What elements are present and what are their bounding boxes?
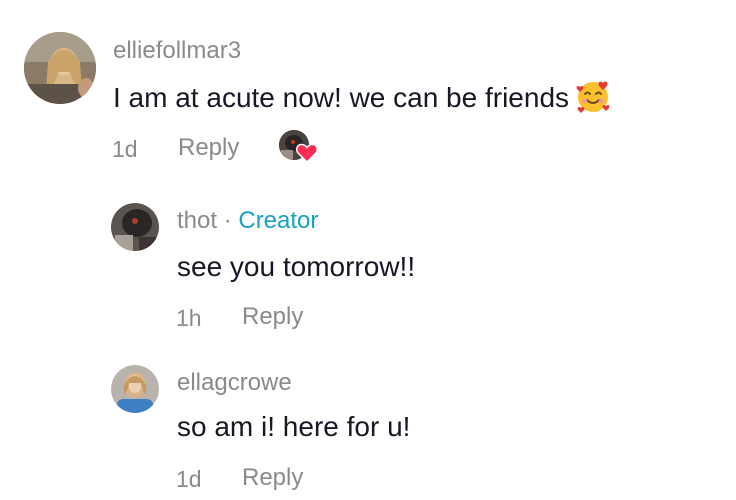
- avatar-photo: [111, 203, 159, 251]
- comment-timestamp: 1d: [176, 466, 202, 492]
- avatar-photo: [24, 32, 96, 104]
- comment-text: I am at acute now! we can be friends: [113, 78, 611, 121]
- smiling-face-with-hearts-icon: [575, 78, 611, 121]
- separator: ·: [217, 207, 239, 234]
- heart-icon: [296, 143, 318, 163]
- comment-username[interactable]: elliefollmar3: [113, 37, 241, 65]
- creator-liked-badge: [279, 130, 319, 166]
- comment-timestamp: 1d: [112, 136, 138, 162]
- comment-text: see you tomorrow!!: [177, 251, 416, 282]
- username-text: thot: [177, 207, 218, 234]
- comment-username[interactable]: ellagcrowe: [177, 369, 292, 397]
- avatar[interactable]: [111, 203, 159, 251]
- reply-button[interactable]: Reply: [242, 464, 303, 492]
- reply-button[interactable]: Reply: [242, 303, 303, 331]
- comment-text-content: I am at acute now! we can be friends: [113, 81, 570, 113]
- creator-badge: Creator: [238, 207, 319, 234]
- comment-username[interactable]: thot · Creator: [177, 207, 318, 235]
- avatar[interactable]: [24, 32, 96, 104]
- comment-text: so am i! here for u!: [177, 411, 411, 442]
- comment-timestamp: 1h: [176, 305, 202, 331]
- avatar-photo: [111, 365, 159, 413]
- avatar[interactable]: [111, 365, 159, 413]
- reply-button[interactable]: Reply: [178, 134, 239, 162]
